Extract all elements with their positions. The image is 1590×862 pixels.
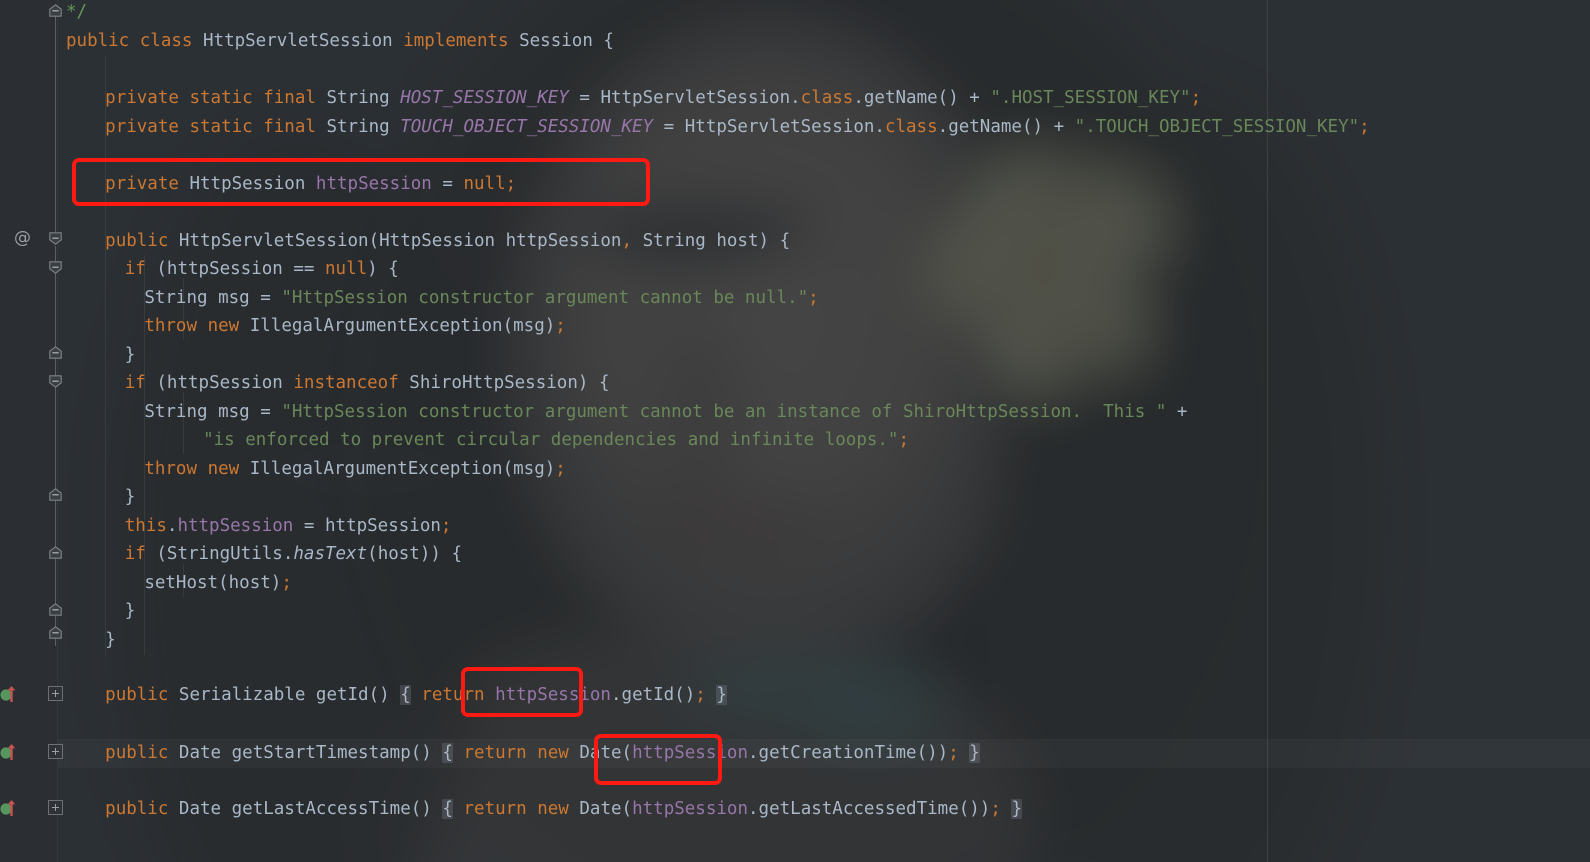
fold-expand-plus-icon[interactable] [48,686,63,701]
fold-expand-plus-icon[interactable] [48,744,63,759]
run-method-gutter-icon[interactable] [0,683,22,705]
annotation-getcreationtime-httpsession [594,734,722,785]
run-method-gutter-icon[interactable] [0,797,22,819]
fold-expand-plus-icon[interactable] [48,800,63,815]
code-line[interactable]: private static final String HOST_SESSION… [105,84,1201,113]
code-line[interactable]: public class HttpServletSession implemen… [66,27,614,56]
run-method-gutter-icon[interactable] [0,741,22,763]
code-line[interactable]: throw new IllegalArgumentException(msg); [144,455,566,484]
fold-collapse-up-icon[interactable] [49,603,62,616]
code-line[interactable]: public Serializable getId() { return htt… [105,681,727,710]
code-line[interactable]: } [105,626,116,655]
code-line[interactable]: String msg = "HttpSession constructor ar… [144,398,1187,427]
fold-collapse-down-icon[interactable] [49,375,62,388]
code-line[interactable]: if (StringUtils.hasText(host)) { [125,540,462,569]
annotation-field-declaration [72,158,650,206]
code-line[interactable]: throw new IllegalArgumentException(msg); [144,312,566,341]
fold-collapse-up-icon[interactable] [49,546,62,559]
code-line[interactable]: */ [66,0,87,27]
code-line[interactable]: public HttpServletSession(HttpSession ht… [105,227,790,256]
code-text-area[interactable]: */public class HttpServletSession implem… [0,0,1590,862]
fold-collapse-up-icon[interactable] [49,488,62,501]
code-line[interactable]: String msg = "HttpSession constructor ar… [144,284,818,313]
code-line[interactable]: if (httpSession instanceof ShiroHttpSess… [125,369,610,398]
code-line[interactable]: private static final String TOUCH_OBJECT… [105,113,1370,142]
fold-collapse-up-icon[interactable] [49,626,62,639]
code-line[interactable]: if (httpSession == null) { [125,255,399,284]
code-line[interactable]: setHost(host); [144,569,292,598]
code-line[interactable]: public Date getStartTimestamp() { return… [105,739,980,768]
code-line[interactable]: } [125,597,136,626]
fold-collapse-down-icon[interactable] [49,232,62,245]
fold-collapse-down-icon[interactable] [49,261,62,274]
override-annotation-icon[interactable]: @ [14,230,31,247]
code-line[interactable]: } [125,483,136,512]
fold-collapse-up-icon[interactable] [49,4,62,17]
code-line[interactable]: } [125,341,136,370]
code-line[interactable]: "is enforced to prevent circular depende… [203,426,909,455]
code-line[interactable]: this.httpSession = httpSession; [125,512,452,541]
code-editor[interactable]: @ */public class HttpServletSession impl… [0,0,1590,862]
annotation-getid-httpsession [461,667,583,717]
code-line[interactable]: public Date getLastAccessTime() { return… [105,795,1022,824]
fold-collapse-up-icon[interactable] [49,346,62,359]
